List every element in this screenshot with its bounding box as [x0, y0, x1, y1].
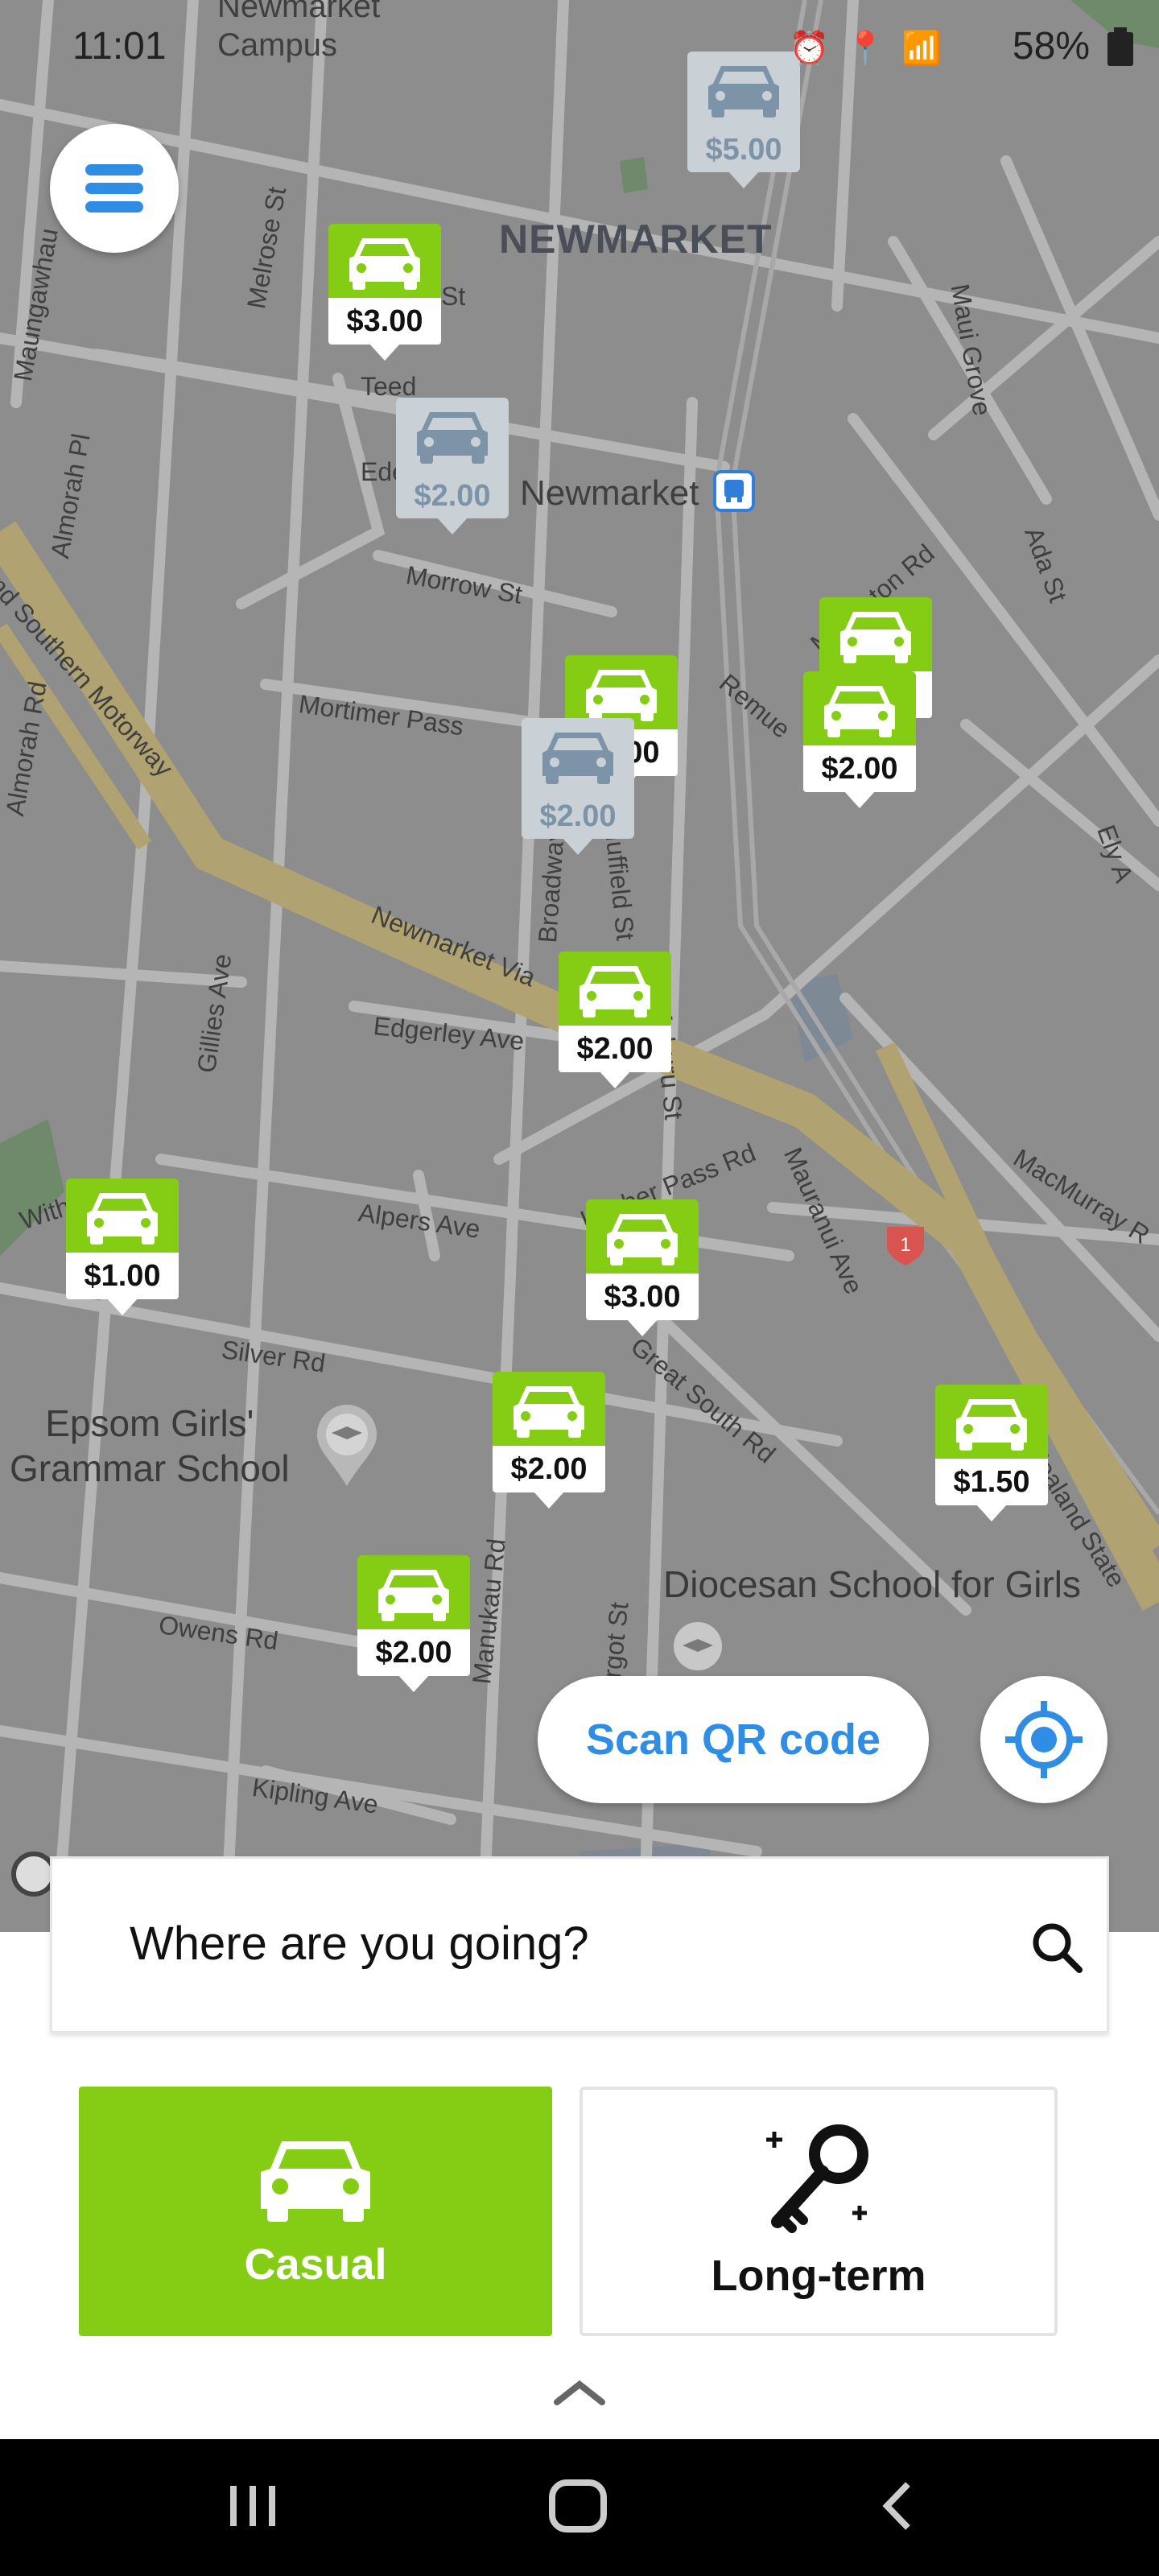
back-icon[interactable]	[877, 2478, 916, 2534]
parking-marker[interactable]: $2.00	[396, 398, 509, 535]
parking-marker[interactable]: $2.00	[559, 952, 671, 1088]
hamburger-icon	[85, 164, 143, 213]
map-label-newmarket-station: Newmarket	[520, 473, 699, 513]
map-label-newmarket-area: NEWMARKET	[499, 217, 773, 262]
school-pin-icon	[674, 1622, 722, 1670]
route-shield-label: 1	[900, 1234, 910, 1256]
parking-marker[interactable]: $3.00	[586, 1199, 699, 1336]
status-bar: 11:01 ⏰ 📍 📶 58%	[0, 0, 1159, 97]
bus-station-icon	[713, 470, 755, 512]
car-icon	[607, 1214, 678, 1265]
parking-marker[interactable]: $2.00	[493, 1372, 605, 1509]
parking-price: $1.00	[66, 1253, 179, 1299]
status-battery: 58%	[1012, 25, 1090, 68]
car-icon	[261, 2141, 370, 2222]
wifi-icon: 📶	[901, 31, 942, 66]
casual-mode-label: Casual	[244, 2240, 387, 2289]
car-icon	[956, 1399, 1027, 1451]
longterm-mode-button[interactable]: Long-term	[580, 2087, 1058, 2336]
scan-qr-button[interactable]: Scan QR code	[538, 1676, 929, 1803]
parking-marker[interactable]: $3.00	[328, 224, 441, 361]
longterm-mode-label: Long-term	[711, 2252, 926, 2300]
map-label-diocesan: Diocesan School for Girls	[663, 1563, 1081, 1605]
car-icon	[378, 1570, 449, 1621]
parking-price: $2.00	[414, 479, 491, 513]
car-icon	[542, 733, 613, 784]
parking-marker[interactable]: $1.00	[66, 1179, 179, 1315]
parking-price: $3.00	[586, 1274, 699, 1320]
car-icon	[586, 670, 657, 721]
car-icon	[349, 238, 420, 290]
route-shield-icon: 1	[887, 1227, 924, 1265]
location-icon: 📍	[845, 31, 886, 66]
parking-price: $2.00	[357, 1629, 470, 1676]
crosshair-icon	[1005, 1701, 1083, 1778]
casual-mode-button[interactable]: Casual	[79, 2087, 552, 2336]
search-placeholder: Where are you going?	[130, 1918, 589, 1970]
battery-icon	[1107, 27, 1133, 66]
parking-price: $2.00	[559, 1026, 671, 1072]
recent-apps-icon[interactable]	[227, 2478, 278, 2534]
system-nav-bar	[0, 2439, 1159, 2576]
map-label-epsom-girls: Epsom Girls' Grammar School	[10, 1402, 290, 1489]
car-icon	[417, 412, 488, 464]
car-icon	[87, 1193, 158, 1245]
parking-price: $2.00	[803, 745, 916, 792]
search-input[interactable]: Where are you going?	[50, 1856, 1109, 2033]
parking-marker[interactable]: $2.00	[357, 1555, 470, 1692]
menu-button[interactable]	[50, 124, 179, 253]
key-icon	[766, 2124, 868, 2233]
chevron-up-icon[interactable]	[554, 2380, 605, 2405]
search-icon	[1033, 1923, 1083, 1973]
parking-price: $1.50	[935, 1459, 1048, 1505]
parking-price: $2.00	[493, 1446, 605, 1492]
locate-me-button[interactable]	[980, 1676, 1107, 1803]
status-time: 11:01	[72, 25, 167, 68]
map-view[interactable]: Newmarket Campus NEWMARKET Newmarket Mel…	[0, 0, 1159, 1932]
alarm-icon: ⏰	[789, 31, 830, 66]
parking-marker[interactable]: $1.50	[935, 1385, 1048, 1521]
status-icons: ⏰ 📍 📶	[790, 29, 942, 67]
school-pin-icon	[317, 1405, 377, 1486]
parking-marker[interactable]: $2.00	[522, 718, 634, 855]
car-icon	[580, 966, 650, 1018]
parking-price: $3.00	[328, 298, 441, 345]
map-label-st: St	[441, 282, 466, 311]
parking-marker[interactable]: $2.00	[803, 671, 916, 808]
car-icon	[840, 612, 911, 663]
car-icon	[514, 1386, 584, 1438]
parking-price: $5.00	[705, 133, 782, 167]
car-icon	[824, 686, 895, 737]
home-icon[interactable]	[547, 2478, 608, 2534]
parking-price: $2.00	[539, 799, 617, 833]
